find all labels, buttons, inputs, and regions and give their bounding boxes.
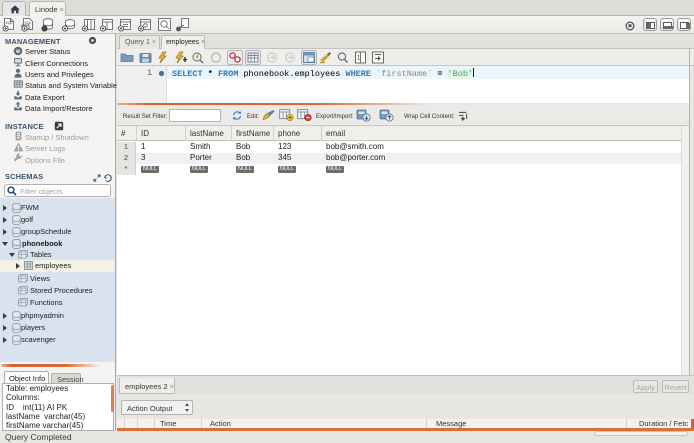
svg-text:SQL: SQL: [6, 21, 13, 25]
svg-text:SQL: SQL: [25, 21, 32, 25]
